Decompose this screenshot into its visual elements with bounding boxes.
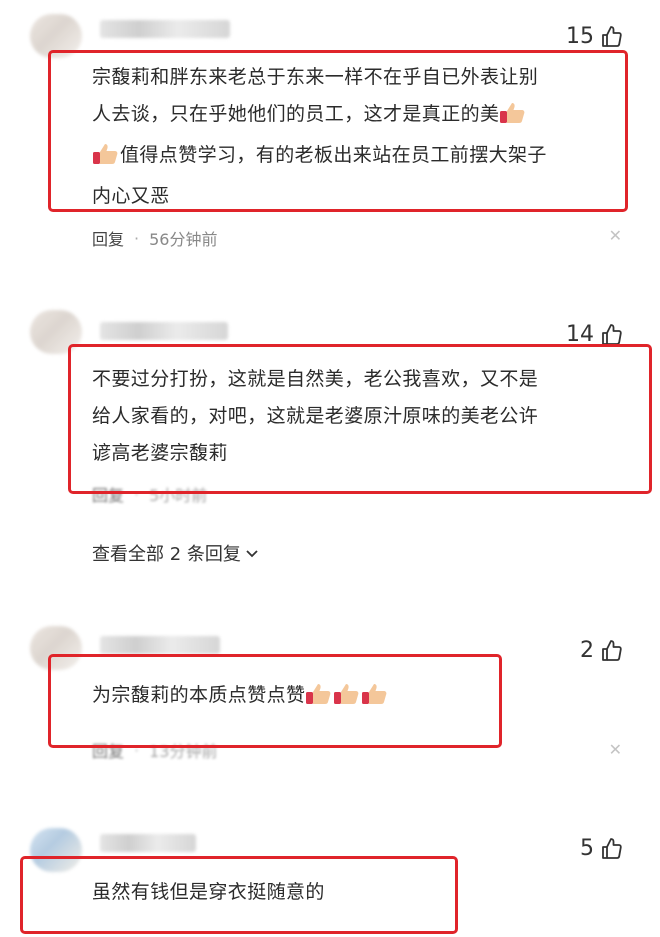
- close-icon[interactable]: ✕: [609, 226, 622, 245]
- thumbs-up-icon: [602, 639, 622, 661]
- highlight-box: [48, 654, 502, 748]
- comment-meta: 回复 · 56分钟前: [92, 226, 217, 250]
- reply-button[interactable]: 回复: [92, 226, 124, 250]
- timestamp: 56分钟前: [149, 230, 218, 249]
- view-all-replies-link[interactable]: 查看全部 2 条回复: [92, 540, 259, 566]
- username-blurred[interactable]: [100, 20, 230, 38]
- like-count: 15: [566, 24, 594, 49]
- close-icon[interactable]: ✕: [609, 740, 622, 759]
- comment-1: 15 宗馥莉和胖东来老总于东来一样不在乎自已外表让别 人去谈，只在乎她他们的员工…: [0, 0, 660, 280]
- separator-dot: ·: [134, 228, 140, 248]
- chevron-down-icon: [246, 550, 258, 558]
- like-button[interactable]: 2: [580, 638, 624, 663]
- highlight-box: [20, 856, 458, 934]
- thumbs-up-icon: [602, 837, 622, 859]
- thumbs-up-icon: [602, 323, 622, 345]
- view-all-replies-label: 查看全部 2 条回复: [92, 544, 241, 565]
- highlight-box: [68, 344, 652, 494]
- like-button[interactable]: 5: [580, 836, 624, 861]
- highlight-box: [48, 50, 628, 212]
- like-count: 5: [580, 836, 594, 861]
- thumbs-up-icon: [602, 25, 622, 47]
- username-blurred[interactable]: [100, 636, 220, 654]
- username-blurred[interactable]: [100, 834, 196, 852]
- username-blurred[interactable]: [100, 322, 228, 340]
- like-count: 2: [580, 638, 594, 663]
- like-button[interactable]: 15: [566, 24, 624, 49]
